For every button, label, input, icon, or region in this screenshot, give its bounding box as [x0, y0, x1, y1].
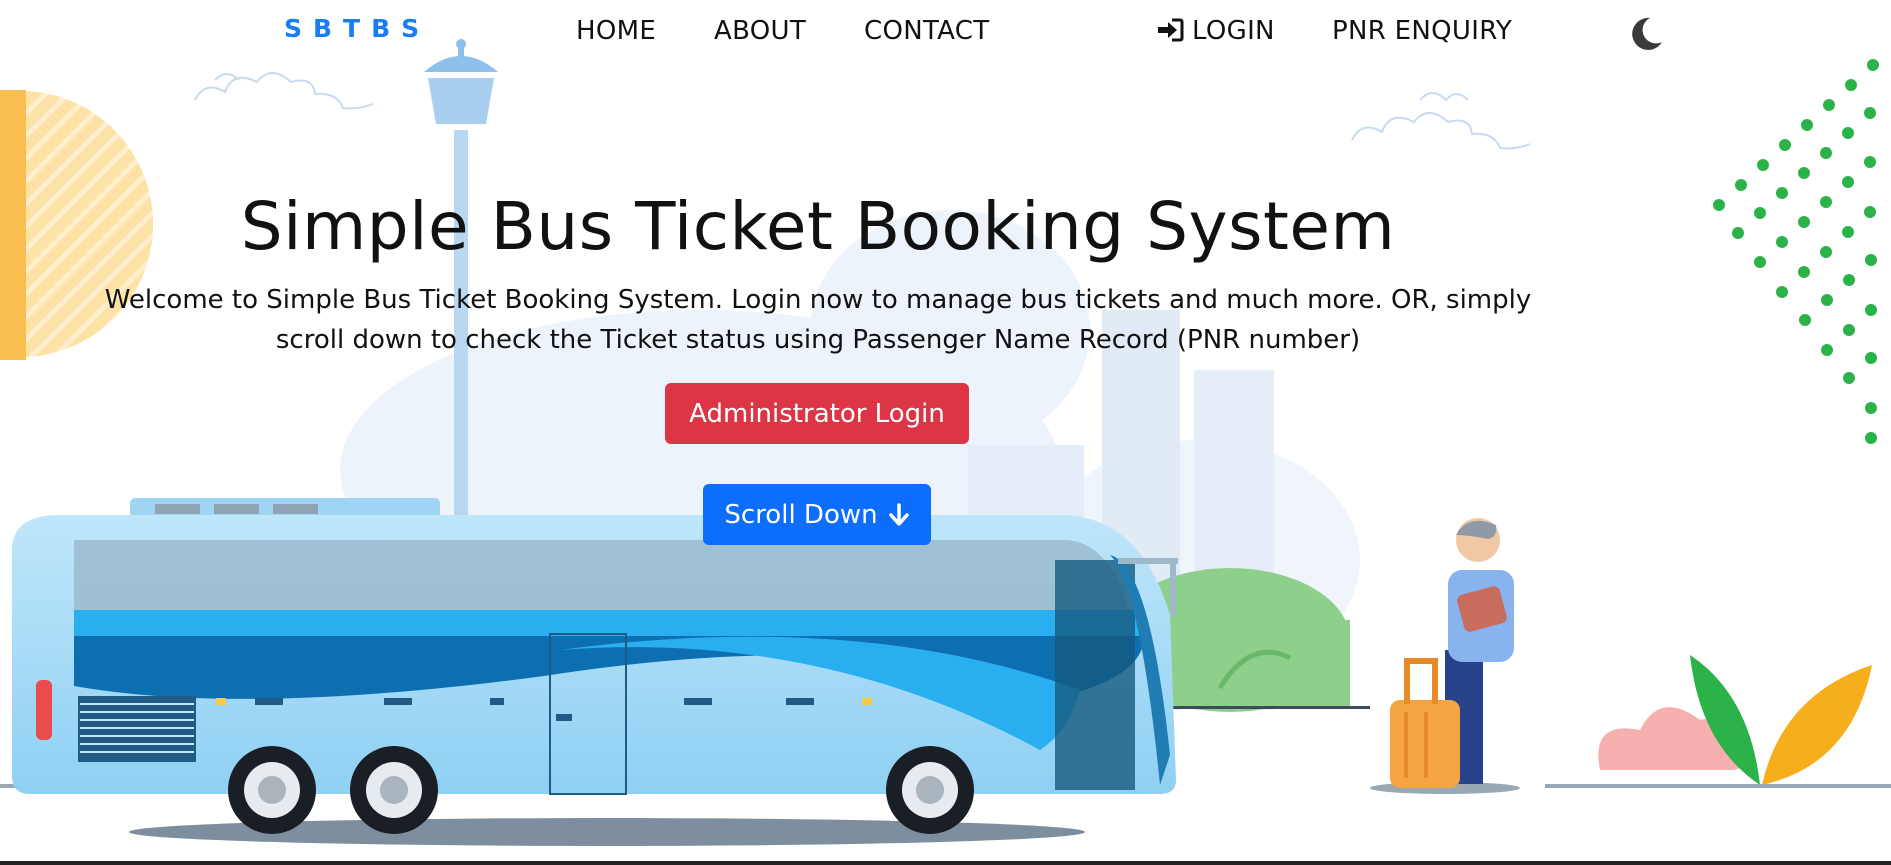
nav-link-login-label: LOGIN [1192, 16, 1275, 46]
page-divider [0, 861, 1891, 865]
page-title: Simple Bus Ticket Booking System [240, 188, 1396, 265]
arrow-down-icon [888, 502, 909, 526]
top-navbar: SBTBS HOME ABOUT CONTACT LOGIN PNR ENQUI… [0, 0, 1891, 64]
scroll-down-button[interactable]: Scroll Down [703, 484, 931, 545]
moon-icon[interactable] [1628, 14, 1666, 52]
nav-link-login[interactable]: LOGIN [1156, 16, 1275, 46]
hero-description: Welcome to Simple Bus Ticket Booking Sys… [104, 285, 1532, 355]
nav-link-about[interactable]: ABOUT [714, 16, 806, 46]
administrator-login-label: Administrator Login [689, 398, 945, 429]
nav-link-home[interactable]: HOME [576, 16, 656, 46]
nav-link-contact[interactable]: CONTACT [864, 16, 989, 46]
nav-link-pnr-enquiry[interactable]: PNR ENQUIRY [1332, 16, 1512, 46]
brand-logo[interactable]: SBTBS [284, 14, 430, 43]
sign-in-icon [1158, 18, 1184, 42]
administrator-login-button[interactable]: Administrator Login [665, 383, 969, 444]
hero-section: Simple Bus Ticket Booking System Welcome… [0, 0, 1891, 865]
scroll-down-label: Scroll Down [724, 499, 878, 530]
